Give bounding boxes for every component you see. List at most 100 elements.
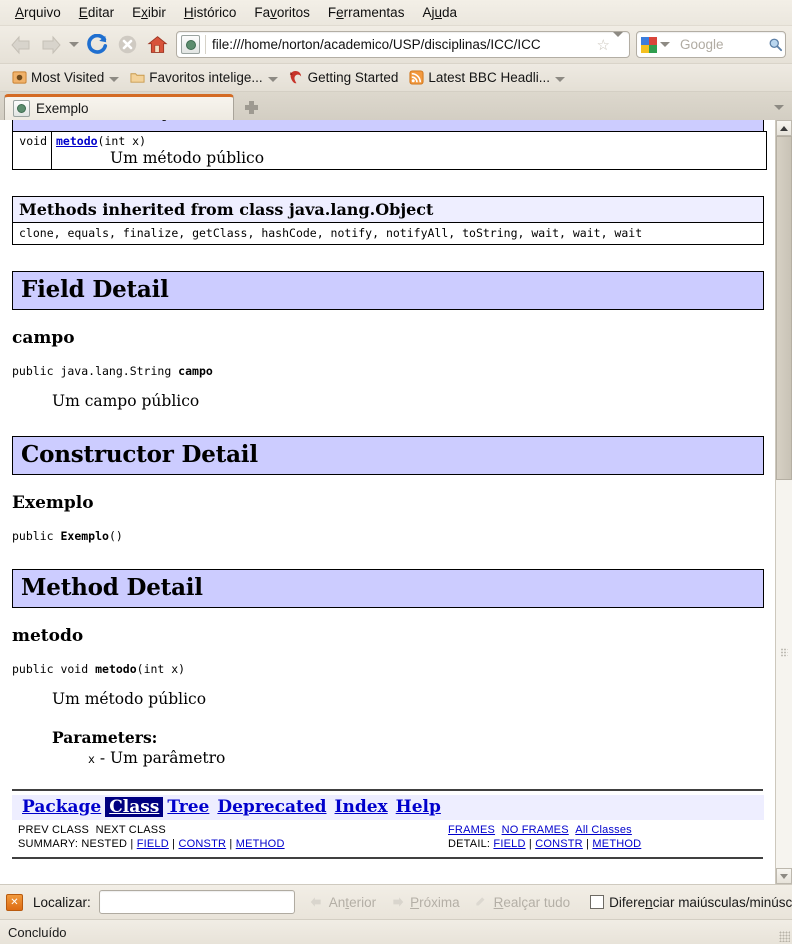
bookmark-label: Latest BBC Headli... <box>428 70 550 85</box>
constructor-signature: public Exemplo() <box>12 529 767 543</box>
close-icon[interactable]: ✕ <box>6 893 23 911</box>
parameter-entry: x - Um parâmetro <box>88 749 767 767</box>
browser-window: Arquivo Editar Exibir Histórico Favorito… <box>0 0 792 944</box>
inherited-methods-list: clone, equals, finalize, getClass, hashC… <box>19 226 643 240</box>
parameter-name: x <box>88 752 95 766</box>
find-next-label: Próxima <box>410 894 460 910</box>
highlight-all-button[interactable]: Realçar tudo <box>474 895 570 910</box>
parameters-title: Parameters: <box>52 728 158 747</box>
find-label: Localizar: <box>33 894 91 910</box>
nav-link-deprecated[interactable]: Deprecated <box>213 797 330 817</box>
method-description: Um método público <box>52 690 207 708</box>
content-area: Method Summary void metodo(int x) Um mét… <box>0 120 792 884</box>
all-classes-link[interactable]: All Classes <box>575 824 632 836</box>
constructor-signature-prefix: public <box>12 529 61 543</box>
chevron-down-icon[interactable] <box>554 70 565 85</box>
method-link[interactable]: metodo <box>56 134 98 148</box>
find-input[interactable] <box>98 890 295 914</box>
find-previous-button[interactable]: Anterior <box>309 895 376 910</box>
method-signature: public void metodo(int x) <box>12 662 767 676</box>
search-input[interactable]: Google <box>673 37 765 52</box>
method-description: Um método público <box>110 149 265 167</box>
scroll-up-button[interactable] <box>776 120 792 136</box>
nav-link-help[interactable]: Help <box>392 797 445 817</box>
menu-editar[interactable]: Editar <box>70 3 123 22</box>
subnav-left: PREV CLASS NEXT CLASS SUMMARY: NESTED | … <box>12 823 448 851</box>
menu-favoritos[interactable]: Favoritos <box>245 3 319 22</box>
chevron-down-icon[interactable] <box>109 70 120 85</box>
divider <box>12 857 763 859</box>
nav-link-index[interactable]: Index <box>331 797 392 817</box>
tab-list-button[interactable] <box>766 94 792 120</box>
method-signature-name: metodo <box>95 662 137 676</box>
detail-link-method[interactable]: METHOD <box>592 838 641 850</box>
prev-class-label: PREV CLASS <box>18 824 90 836</box>
summary-link-constr[interactable]: CONSTR <box>178 838 226 850</box>
url-text[interactable]: file:///home/norton/academico/USP/discip… <box>206 37 597 52</box>
bookmark-label: Getting Started <box>307 70 399 85</box>
bookmark-favoritos-inteligentes[interactable]: Favoritos intelige... <box>124 69 282 87</box>
resize-grip-icon[interactable] <box>779 931 790 942</box>
nav-link-package[interactable]: Package <box>18 797 105 817</box>
detail-link-field[interactable]: FIELD <box>493 838 525 850</box>
method-signature-prefix: public void <box>12 662 96 676</box>
history-dropdown-icon[interactable] <box>66 31 82 59</box>
status-text: Concluído <box>8 924 67 940</box>
nav-link-class[interactable]: Class <box>105 797 164 817</box>
detail-link-constr[interactable]: CONSTR <box>535 838 583 850</box>
menu-ferramentas[interactable]: Ferramentas <box>319 3 414 22</box>
search-bar[interactable]: Google <box>636 31 786 58</box>
tab-bar: Exemplo <box>0 92 792 120</box>
javadoc-subnav: PREV CLASS NEXT CLASS SUMMARY: NESTED | … <box>12 823 763 851</box>
frames-link[interactable]: FRAMES <box>448 824 495 836</box>
chevron-down-icon[interactable] <box>267 70 278 85</box>
parameter-description: Um parâmetro <box>110 749 226 767</box>
javadoc-page: Method Summary void metodo(int x) Um mét… <box>0 120 775 884</box>
table-row: void metodo(int x) Um método público <box>12 131 767 170</box>
detail-label: DETAIL: <box>448 838 494 850</box>
nav-link-tree[interactable]: Tree <box>163 797 213 817</box>
constructor-signature-name: Exemplo <box>60 529 109 543</box>
chevron-down-icon[interactable] <box>657 31 673 59</box>
no-frames-link[interactable]: NO FRAMES <box>502 824 569 836</box>
bookmark-getting-started[interactable]: Getting Started <box>283 69 404 87</box>
bookmark-label: Most Visited <box>31 70 105 85</box>
method-summary-table: void metodo(int x) Um método público <box>12 131 767 170</box>
stop-icon <box>112 30 142 60</box>
reload-icon[interactable] <box>82 30 112 60</box>
bookmark-latest-bbc-headlines[interactable]: Latest BBC Headli... <box>403 69 570 87</box>
bookmark-label: Favoritos intelige... <box>149 70 263 85</box>
arrow-right-icon <box>390 895 405 910</box>
match-case-checkbox[interactable]: Diferenciar maiúsculas/minúscu <box>590 895 792 910</box>
bookmark-most-visited[interactable]: Most Visited <box>6 69 124 87</box>
scrollbar-track[interactable] <box>776 136 792 868</box>
tab-exemplo[interactable]: Exemplo <box>4 94 234 120</box>
scroll-down-button[interactable] <box>776 868 792 884</box>
summary-link-method[interactable]: METHOD <box>236 838 285 850</box>
home-icon[interactable] <box>142 30 172 60</box>
rss-feed-icon <box>408 70 424 86</box>
new-tab-button[interactable] <box>234 94 268 120</box>
address-bar[interactable]: file:///home/norton/academico/USP/discip… <box>176 31 630 58</box>
scrollbar-thumb[interactable] <box>776 136 792 481</box>
menu-historico[interactable]: Histórico <box>175 3 246 22</box>
summary-link-field[interactable]: FIELD <box>137 838 169 850</box>
vertical-scrollbar[interactable] <box>775 120 792 884</box>
next-class-label: NEXT CLASS <box>95 824 166 836</box>
find-next-button[interactable]: Próxima <box>390 895 460 910</box>
forward-arrow-icon[interactable] <box>36 30 66 60</box>
bookmark-star-icon[interactable]: ☆ <box>597 36 613 54</box>
parameter-dash: - <box>94 749 111 767</box>
page-icon <box>181 35 200 54</box>
chevron-down-icon[interactable] <box>613 32 629 52</box>
back-arrow-icon[interactable] <box>6 30 36 60</box>
method-name: metodo <box>12 626 84 646</box>
magnifier-icon[interactable] <box>765 37 785 52</box>
inherited-methods-box: Methods inherited from class java.lang.O… <box>12 196 764 245</box>
menu-ajuda[interactable]: Ajuda <box>413 3 466 22</box>
google-icon[interactable] <box>641 36 657 53</box>
menu-exibir[interactable]: Exibir <box>123 3 175 22</box>
menu-arquivo[interactable]: Arquivo <box>6 3 70 22</box>
section-constructor-detail: Constructor Detail <box>12 436 764 475</box>
checkbox-box[interactable] <box>590 895 605 909</box>
